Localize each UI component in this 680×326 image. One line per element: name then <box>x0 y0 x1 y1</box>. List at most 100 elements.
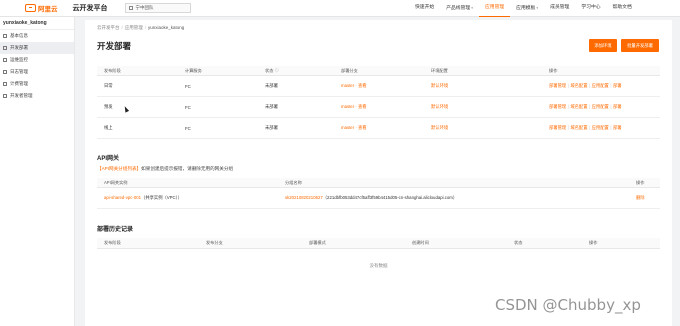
nav-item-label: 成员管理 <box>550 5 570 10</box>
nav-item-4[interactable]: 成员管理 <box>544 0 575 17</box>
org-select[interactable]: 宁中团队 <box>124 3 191 13</box>
env-status: 未部署 <box>265 83 278 88</box>
add-environment-button[interactable]: 添加环境 <box>589 39 617 52</box>
sidebar-item-4[interactable]: 计费管理 <box>0 78 74 90</box>
nav-item-5[interactable]: 学习中心 <box>575 0 606 17</box>
ops-separator: | <box>589 125 591 130</box>
ops-separator: | <box>589 83 591 88</box>
nav-item-label: 学习中心 <box>581 5 601 10</box>
platform-title[interactable]: 云开发平台 <box>73 3 108 13</box>
environment-table: 发布阶段 计算服务 状态 ♡ 部署分支 环境配置 操作 日常 FC 未部署 maste… <box>97 66 660 139</box>
sidebar-item-label: 开发者管理 <box>10 93 33 98</box>
op-link-2[interactable]: 应用配置 <box>592 125 609 131</box>
env-compute: FC <box>185 83 191 89</box>
op-link-0[interactable]: 部署管理 <box>549 104 566 110</box>
batch-deploy-button[interactable]: 批量开发部署 <box>621 39 659 52</box>
gateway-instance: api-shared-vpc-001（共享实例（VPC）） <box>104 195 183 200</box>
breadcrumb: 云开发平台 / 应用管理 / yunxiaoke_katong <box>97 25 184 31</box>
top-nav: 快速开始 产品线管理▾ 应用管理 应用模板▾ 成员管理 学习中心 帮助文档 <box>409 0 638 17</box>
deploy-history-title: 部署历史记录 <box>97 227 134 233</box>
org-icon <box>128 6 133 10</box>
chevron-down-icon: ▾ <box>471 6 473 10</box>
col-stage: 发布阶段 <box>104 67 121 73</box>
org-select-value: 宁中团队 <box>135 5 154 10</box>
aliyun-logo-icon <box>25 4 36 12</box>
env-config-link[interactable]: 默认环境 <box>431 104 448 110</box>
col-compute: 计算服务 <box>185 67 202 73</box>
sidebar-item-1[interactable]: 开发部署 <box>0 42 74 54</box>
env-branch-link[interactable]: master · 查看 <box>341 125 367 131</box>
op-link-2[interactable]: 应用配置 <box>592 83 609 89</box>
breadcrumb-app: yunxiaoke_katong <box>148 25 185 30</box>
op-link-0[interactable]: 部署管理 <box>549 125 566 131</box>
top-bar: 阿里云 云开发平台 宁中团队 快速开始 产品线管理▾ 应用管理 应用模板▾ 成员管理 学习… <box>0 0 680 17</box>
col-op: 操作 <box>589 240 598 245</box>
op-link-1[interactable]: 域名配置 <box>570 125 587 131</box>
nav-item-label: 产品线管理 <box>446 6 471 11</box>
sidebar-item-3[interactable]: 日志管理 <box>0 66 74 78</box>
col-status: 状态 <box>514 240 523 245</box>
nav-item-3[interactable]: 应用模板▾ <box>510 0 544 17</box>
api-gateway-note: 【API网关分组列表】如果创建后提示报错，请删除无用的网关分组 <box>97 166 233 172</box>
col-group: 分组名称 <box>285 179 302 185</box>
nav-item-label: 快速开始 <box>415 5 435 10</box>
nav-item-6[interactable]: 帮助文档 <box>607 0 638 17</box>
table-header: 发布阶段 发布分支 部署模式 创建时间 状态 操作 <box>97 238 660 249</box>
ops-separator: | <box>589 104 591 109</box>
sidebar-item-0[interactable]: 基本信息 <box>0 30 74 42</box>
deploy-icon <box>3 46 7 50</box>
table-header: API网关实例 分组名称 操作 <box>97 178 660 188</box>
sidebar-item-2[interactable]: 运维监控 <box>0 54 74 66</box>
page-title: 开发部署 <box>97 41 132 51</box>
nav-item-2[interactable]: 应用管理 <box>478 0 511 17</box>
api-gateway-title: API网关 <box>97 156 120 162</box>
breadcrumb-platform[interactable]: 云开发平台 <box>97 25 120 31</box>
delete-gateway-link[interactable]: 删除 <box>636 195 645 201</box>
op-link-2[interactable]: 应用配置 <box>592 104 609 110</box>
op-link-1[interactable]: 域名配置 <box>570 83 587 89</box>
nav-item-1[interactable]: 产品线管理▾ <box>440 0 479 17</box>
env-status: 未部署 <box>265 125 278 130</box>
gateway-group-list-link[interactable]: 【API网关分组列表】 <box>97 166 141 171</box>
col-created: 创建时间 <box>412 240 429 245</box>
table-row: 日常 FC 未部署 master · 查看 默认环境 部署管理 | 域名配置 | 应用配置 | 部署 <box>97 76 660 97</box>
env-compute: FC <box>185 125 191 131</box>
sidebar-item-label: 运维监控 <box>10 57 28 62</box>
env-ops: 部署管理 | 域名配置 | 应用配置 | 部署 <box>549 104 622 110</box>
sidebar-app-name: yunxiaoke_katong <box>0 17 74 30</box>
sidebar-item-5[interactable]: 开发者管理 <box>0 90 74 102</box>
env-branch-link[interactable]: master · 查看 <box>341 83 367 89</box>
breadcrumb-app-management[interactable]: 应用管理 <box>125 25 143 31</box>
ops-separator: | <box>567 83 569 88</box>
breadcrumb-separator: / <box>144 25 147 30</box>
nav-item-0[interactable]: 快速开始 <box>409 0 440 17</box>
op-link-0[interactable]: 部署管理 <box>549 83 566 89</box>
op-link-3[interactable]: 部署 <box>613 83 622 89</box>
ops-separator: | <box>610 125 612 130</box>
env-config-link[interactable]: 默认环境 <box>431 125 448 131</box>
table-row: 线上 FC 未部署 master · 查看 默认环境 部署管理 | 域名配置 | 应用配置 | 部署 <box>97 118 660 139</box>
env-config-link[interactable]: 默认环境 <box>431 83 448 89</box>
env-ops: 部署管理 | 域名配置 | 应用配置 | 部署 <box>549 83 622 89</box>
nav-item-label: 应用管理 <box>484 5 505 10</box>
help-icon[interactable]: ♡ <box>275 68 279 73</box>
env-compute: FC <box>185 104 191 110</box>
op-link-3[interactable]: 部署 <box>613 125 622 131</box>
col-instance: API网关实例 <box>104 179 128 185</box>
logo[interactable]: 阿里云 <box>25 0 58 17</box>
ops-separator: | <box>567 125 569 130</box>
sidebar-item-label: 日志管理 <box>10 69 28 74</box>
op-link-3[interactable]: 部署 <box>613 104 622 110</box>
nav-item-label: 应用模板 <box>516 6 536 11</box>
op-link-1[interactable]: 域名配置 <box>570 104 587 110</box>
col-mode: 部署模式 <box>309 240 326 245</box>
billing-icon <box>3 82 7 86</box>
env-ops: 部署管理 | 域名配置 | 应用配置 | 部署 <box>549 125 622 131</box>
col-branch: 发布分支 <box>206 240 223 245</box>
monitor-icon <box>3 58 7 62</box>
env-branch-link[interactable]: master · 查看 <box>341 104 367 110</box>
info-icon <box>3 34 7 38</box>
table-row: 预发 FC 未部署 master · 查看 默认环境 部署管理 | 域名配置 | 应用配置 | 部署 <box>97 97 660 118</box>
sidebar-item-label: 基本信息 <box>10 33 28 38</box>
ops-separator: | <box>567 104 569 109</box>
